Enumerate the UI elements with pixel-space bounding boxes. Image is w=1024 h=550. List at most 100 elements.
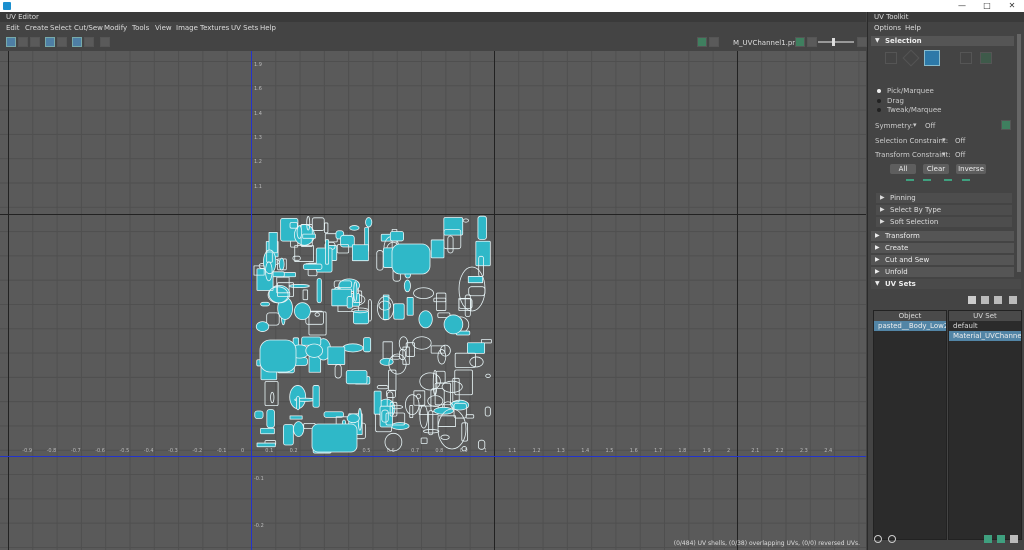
transform-constraint-label: Transform Constraint: [875,151,951,159]
symmetry-dropdown[interactable]: Off [925,122,935,130]
toolkit-scrollbar[interactable] [1017,34,1021,272]
image-display-icon[interactable] [697,37,707,47]
uv-mode-icon[interactable] [960,52,972,64]
menu-tools[interactable]: Tools [132,24,149,32]
u-tick: -0.3 [168,448,178,454]
distortion-icon[interactable] [30,37,40,47]
menu-help[interactable]: Help [260,24,276,32]
close-button[interactable]: ✕ [1000,0,1024,12]
uv-shell [405,394,420,416]
grid-line [8,51,9,550]
clear-button[interactable]: Clear [923,164,949,174]
delete-uv-set-icon[interactable] [1009,296,1017,304]
create-section-header[interactable]: ▶ Create [871,243,1014,253]
grow-selection-icon[interactable] [906,179,914,189]
inverse-button[interactable]: Inverse [956,164,986,174]
apply-close-icon[interactable] [997,535,1005,543]
menu-textures[interactable]: Textures [200,24,229,32]
symmetry-settings-icon[interactable] [1001,120,1011,130]
uv-sets-section-header[interactable]: ▼ UV Sets [871,279,1021,289]
face-mode-icon[interactable] [924,50,940,66]
v-tick: 1.2 [254,159,262,165]
uv-set-item-default[interactable]: default [949,321,1021,331]
uv-shell [255,321,270,332]
cut-and-sew-section-header[interactable]: ▶ Cut and Sew [871,255,1014,265]
minimize-button[interactable]: — [950,0,974,12]
select-all-button[interactable]: All [890,164,916,174]
uv-shell [278,257,285,271]
maximize-button[interactable]: □ [975,0,999,12]
menu-image[interactable]: Image [176,24,198,32]
pick-marquee-radio[interactable]: Pick/Marquee [877,87,934,95]
toolkit-menu-options[interactable]: Options [874,24,901,32]
menu-view[interactable]: View [155,24,172,32]
select-by-type-subsection[interactable]: ▶ Select By Type [876,205,1012,215]
menu-cut-sew[interactable]: Cut/Sew [74,24,103,32]
refresh-icon[interactable] [888,535,896,543]
uv-shell [288,284,310,288]
pixel-snap-icon[interactable] [84,37,94,47]
menu-edit[interactable]: Edit [6,24,20,32]
snapshot-icon[interactable] [100,37,110,47]
slider-knob[interactable] [832,38,835,46]
menu-create[interactable]: Create [25,24,48,32]
checker-icon[interactable] [45,37,55,47]
uv-shell [467,276,484,284]
pinning-subsection[interactable]: ▶ Pinning [876,193,1012,203]
dim-image-icon[interactable] [709,37,719,47]
vertex-mode-icon[interactable] [885,52,897,64]
new-uv-set-icon[interactable] [968,296,976,304]
texture-borders-icon[interactable] [57,37,67,47]
toolkit-title: UV Toolkit [868,12,1024,22]
rename-uv-set-icon[interactable] [994,296,1002,304]
uv-shell [391,243,431,275]
u-tick: 1.6 [629,448,638,454]
toolkit-menu-help[interactable]: Help [905,24,921,32]
u-tick: 1.1 [508,448,517,454]
uv-shell [305,343,323,358]
uv-layout[interactable] [252,214,494,456]
uv-shell [349,225,360,231]
uv-shell [418,310,433,329]
select-border-icon[interactable] [944,179,952,189]
tweak-marquee-radio[interactable]: Tweak/Marquee [877,106,941,114]
apply-icon[interactable] [984,535,992,543]
transform-section-header[interactable]: ▶ Transform [871,231,1014,241]
select-shortest-edge-icon[interactable] [962,179,970,189]
u-tick: 1.7 [654,448,663,454]
settings-icon[interactable] [1010,535,1018,543]
u-tick: -0.4 [143,448,154,454]
exposure-icon[interactable] [795,37,805,47]
transform-constraint-dropdown[interactable]: Off [955,151,965,159]
gamma-icon[interactable] [807,37,817,47]
soft-selection-subsection[interactable]: ▶ Soft Selection [876,217,1012,227]
uv-shell [433,297,447,303]
v-tick: -0.1 [254,476,264,482]
exposure-slider[interactable] [818,38,854,46]
object-list-item[interactable]: pasted__Body_Low25k [874,321,946,331]
shrink-selection-icon[interactable] [923,179,931,189]
expand-right-icon: ▶ [875,232,880,239]
shaded-uv-icon[interactable] [18,37,28,47]
link-icon[interactable] [874,535,882,543]
uv-shell [379,357,394,366]
copy-uv-set-icon[interactable] [981,296,989,304]
uv-set-item-material[interactable]: Material_UVChannel1 [949,331,1021,341]
view-transform-icon[interactable] [857,37,867,47]
texture-name[interactable]: M_UVChannel1.png [733,39,801,47]
menu-bar: Edit Create Select Cut/Sew Modify Tools … [0,22,866,34]
grid-display-icon[interactable] [6,37,16,47]
menu-select[interactable]: Select [50,24,72,32]
edge-mode-icon[interactable] [902,49,920,67]
menu-modify[interactable]: Modify [104,24,127,32]
uv-shell [345,370,368,385]
selection-section-header[interactable]: ▼ Selection [871,36,1014,46]
uv-viewport[interactable]: 1.9 1.6 1.4 1.3 1.2 1.1 -0.1 -0.2 -0.9 -0… [0,51,866,550]
menu-uv-sets[interactable]: UV Sets [231,24,258,32]
drag-radio[interactable]: Drag [877,97,904,105]
shell-mode-icon[interactable] [980,52,992,64]
isolate-icon[interactable] [72,37,82,47]
uv-shell [484,406,491,417]
unfold-section-header[interactable]: ▶ Unfold [871,267,1014,277]
selection-constraint-dropdown[interactable]: Off [955,137,965,145]
